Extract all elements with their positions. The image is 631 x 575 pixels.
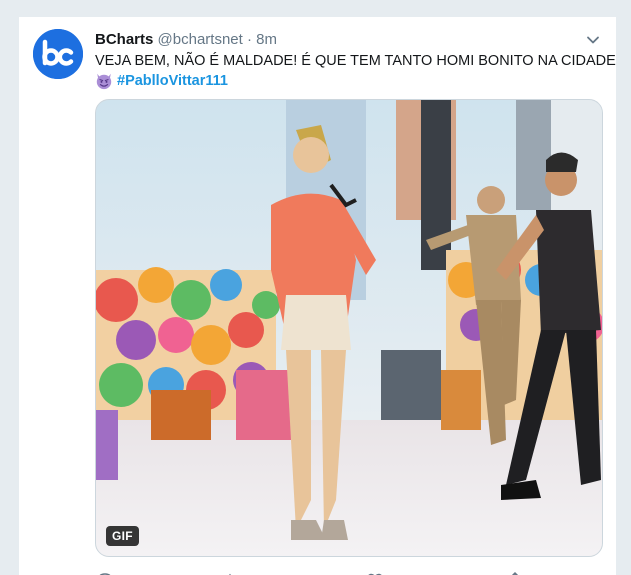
more-options-button[interactable] (584, 31, 602, 49)
smiling-devil-emoji-icon (96, 73, 112, 90)
share-icon (511, 571, 519, 575)
display-name[interactable]: BCharts (95, 31, 153, 48)
tweet-hashtag-line: #PablloVittar111 (95, 71, 228, 91)
separator-dot: · (246, 31, 252, 48)
gif-media[interactable]: GIF (95, 99, 603, 557)
reply-button[interactable] (95, 570, 123, 575)
tweet-text: VEJA BEM, NÃO É MALDADE! É QUE TEM TANTO… (95, 53, 616, 69)
like-button[interactable] (365, 570, 393, 575)
timeline-divider (0, 0, 631, 10)
share-button[interactable] (505, 570, 533, 575)
heart-icon (368, 573, 382, 575)
retweet-icon (229, 573, 231, 575)
tweet-timestamp[interactable]: 8m (256, 31, 277, 48)
chevron-down-icon (587, 36, 599, 44)
avatar[interactable] (33, 29, 83, 79)
user-handle[interactable]: @bchartsnet (158, 31, 243, 48)
reply-icon (99, 573, 111, 575)
tweet-actions (95, 570, 595, 575)
bcharts-logo-icon (33, 29, 83, 79)
gif-frame-image (96, 100, 602, 556)
tweet-header: BCharts @bchartsnet · 8m (95, 30, 277, 50)
gif-badge: GIF (106, 526, 139, 546)
tweet-card[interactable]: BCharts @bchartsnet · 8m VEJA BEM, NÃO É… (18, 16, 617, 575)
hashtag-link[interactable]: #PablloVittar111 (117, 71, 228, 91)
retweet-button[interactable] (225, 570, 255, 575)
timeline: BCharts @bchartsnet · 8m VEJA BEM, NÃO É… (0, 0, 631, 575)
